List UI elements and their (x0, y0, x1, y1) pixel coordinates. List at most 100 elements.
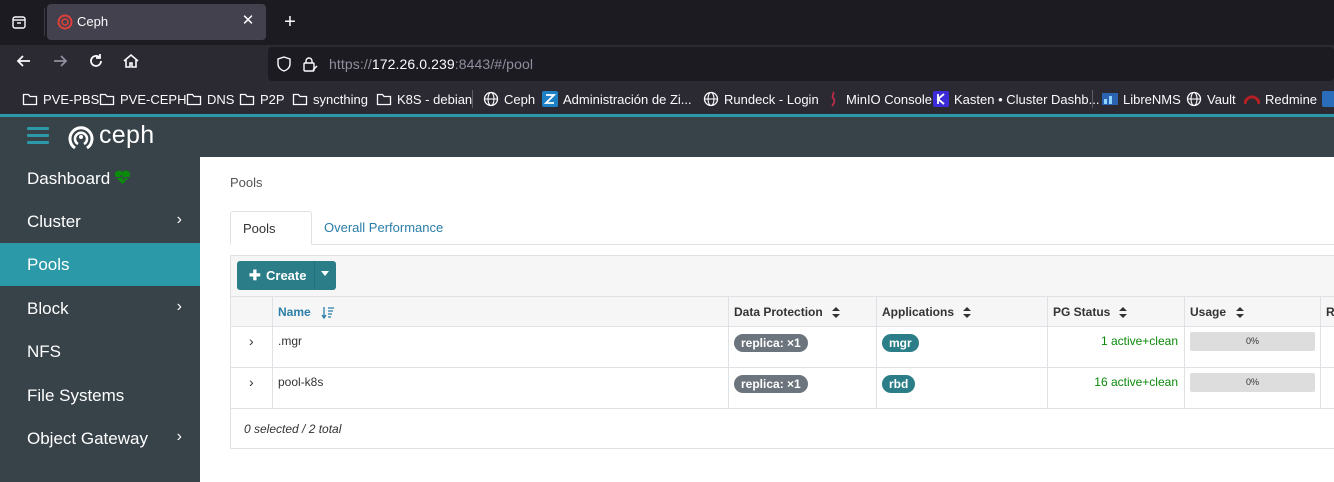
reload-icon[interactable] (84, 52, 108, 76)
sidebar-item-label: NFS (27, 342, 61, 361)
tab-list-icon[interactable] (8, 11, 30, 33)
kasten-icon (933, 91, 949, 107)
table-row[interactable]: › .mgr replica: ×1 mgr 1 active+clean 0% (231, 327, 1334, 368)
browser-navbar: https://172.26.0.239:8443/#/pool (0, 45, 1334, 83)
folder-icon (376, 93, 392, 106)
bookmark-rundeck[interactable]: Rundeck - Login (703, 90, 819, 108)
create-button[interactable]: ✚ Create (237, 261, 336, 290)
column-header-name[interactable]: Name (273, 297, 729, 327)
name-cell: .mgr (273, 327, 729, 368)
bookmark-syncthing[interactable]: syncthing (292, 90, 368, 108)
breadcrumb: Pools (230, 175, 263, 190)
home-icon[interactable] (119, 52, 143, 76)
bookmark-p2p[interactable]: P2P (239, 90, 285, 108)
sidebar-item-file-systems[interactable]: File Systems (0, 374, 200, 417)
bookmark-librenms[interactable]: LibreNMS (1102, 90, 1181, 108)
expand-column-header (231, 297, 273, 327)
table-toolbar: ✚ Create (231, 256, 1334, 297)
back-arrow-icon[interactable] (12, 52, 36, 76)
protection-cell: replica: ×1 (729, 327, 877, 368)
heart-health-icon (114, 170, 131, 184)
zimbra-icon (542, 91, 558, 107)
application-badge: mgr (882, 334, 919, 352)
bookmark-k8s-debian[interactable]: K8S - debian (376, 90, 472, 108)
bookmark-pve-pbs[interactable]: PVE-PBS (22, 90, 99, 108)
split-divider (314, 261, 315, 290)
bookmark-ceph[interactable]: Ceph (483, 90, 535, 108)
expand-cell[interactable]: › (231, 368, 273, 409)
folder-icon (239, 93, 255, 106)
url-bar[interactable]: https://172.26.0.239:8443/#/pool (268, 47, 1334, 81)
column-header-pg-status[interactable]: PG Status (1048, 297, 1185, 327)
librenms-icon (1102, 93, 1118, 105)
sidebar-item-label: Dashboard (27, 169, 111, 188)
chevron-right-icon[interactable]: › (249, 333, 254, 349)
chevron-right-icon: › (176, 428, 182, 445)
status-badge: replica: ×1 (734, 375, 808, 393)
sidebar-item-cluster[interactable]: Cluster › (0, 200, 200, 243)
app-header: ceph (0, 117, 1334, 157)
bookmark-pve-ceph[interactable]: PVE-CEPH (99, 90, 186, 108)
ceph-favicon-icon (57, 14, 73, 30)
expand-cell[interactable]: › (231, 327, 273, 368)
bookmark-vault[interactable]: Vault (1186, 90, 1236, 108)
column-header-usage[interactable]: Usage (1185, 297, 1321, 327)
hamburger-menu-icon[interactable] (27, 127, 49, 145)
bookmark-dns[interactable]: DNS (186, 90, 234, 108)
usage-cell: 0% (1185, 327, 1321, 368)
brand-name[interactable]: ceph (99, 121, 154, 150)
tabs: Pools List Overall Performance (230, 211, 1334, 269)
forward-arrow-icon[interactable] (48, 52, 72, 76)
browser-tab-ceph[interactable]: Ceph ✕ (47, 4, 266, 40)
column-header-applications[interactable]: Applications (877, 297, 1048, 327)
chevron-right-icon: › (176, 211, 182, 228)
folder-icon (22, 93, 38, 106)
bookmark-minio[interactable]: MinIO Console (825, 90, 932, 108)
sidebar-item-object-gateway[interactable]: Object Gateway › (0, 417, 200, 460)
sidebar-item-dashboard[interactable]: Dashboard (0, 157, 200, 200)
globe-icon (483, 91, 499, 107)
globe-icon (703, 91, 719, 107)
minio-icon (831, 91, 836, 107)
sort-icon (832, 307, 840, 318)
sidebar-item-nfs[interactable]: NFS (0, 330, 200, 373)
column-header-read-bytes[interactable]: R (1321, 297, 1334, 327)
globe-icon (1186, 91, 1202, 107)
create-button-label: Create (266, 268, 307, 283)
folder-icon (99, 93, 115, 106)
new-tab-icon[interactable]: + (278, 10, 302, 34)
shield-icon[interactable] (276, 56, 292, 72)
tab-pools-list[interactable]: Pools List (230, 211, 312, 269)
tab-overall-performance[interactable]: Overall Performance (312, 211, 455, 245)
caret-down-icon[interactable] (321, 271, 329, 276)
dsm-icon (1322, 91, 1334, 107)
status-badge: replica: ×1 (734, 334, 808, 352)
bookmark-zimbra[interactable]: Administración de Zi... (542, 90, 692, 108)
sidebar-item-label: Pools (27, 255, 70, 274)
pg-status-cell: 1 active+clean (1048, 327, 1185, 368)
sidebar-item-label: Block (27, 299, 69, 318)
applications-cell: mgr (877, 327, 1048, 368)
column-header-data-protection[interactable]: Data Protection (729, 297, 877, 327)
close-tab-icon[interactable]: ✕ (238, 11, 258, 31)
sort-icon (1236, 307, 1244, 318)
sidebar-item-label: Object Gateway (27, 429, 148, 448)
ceph-logo-icon[interactable] (67, 124, 95, 150)
table-header: Name Data Protection Applications PG Sta… (231, 297, 1334, 327)
bookmarks-bar: PVE-PBS PVE-CEPH DNS P2P syncthing K8S -… (0, 83, 1334, 114)
protection-cell: replica: ×1 (729, 368, 877, 409)
read-bytes-cell (1321, 368, 1334, 409)
application-badge: rbd (882, 375, 916, 393)
sidebar-item-pools[interactable]: Pools (0, 243, 200, 286)
bookmark-kasten[interactable]: Kasten • Cluster Dashb... (933, 90, 1099, 108)
bookmark-redmine[interactable]: Redmine (1244, 90, 1317, 108)
bookmark-overflow[interactable] (1322, 90, 1334, 108)
sort-icon (963, 307, 971, 318)
sidebar-item-block[interactable]: Block › (0, 287, 200, 330)
chevron-right-icon[interactable]: › (249, 374, 254, 390)
read-bytes-cell (1321, 327, 1334, 368)
url-text[interactable]: https://172.26.0.239:8443/#/pool (329, 56, 533, 72)
folder-icon (186, 93, 202, 106)
table-row[interactable]: › pool-k8s replica: ×1 rbd 16 active+cle… (231, 368, 1334, 409)
lock-warning-icon[interactable] (302, 56, 318, 72)
